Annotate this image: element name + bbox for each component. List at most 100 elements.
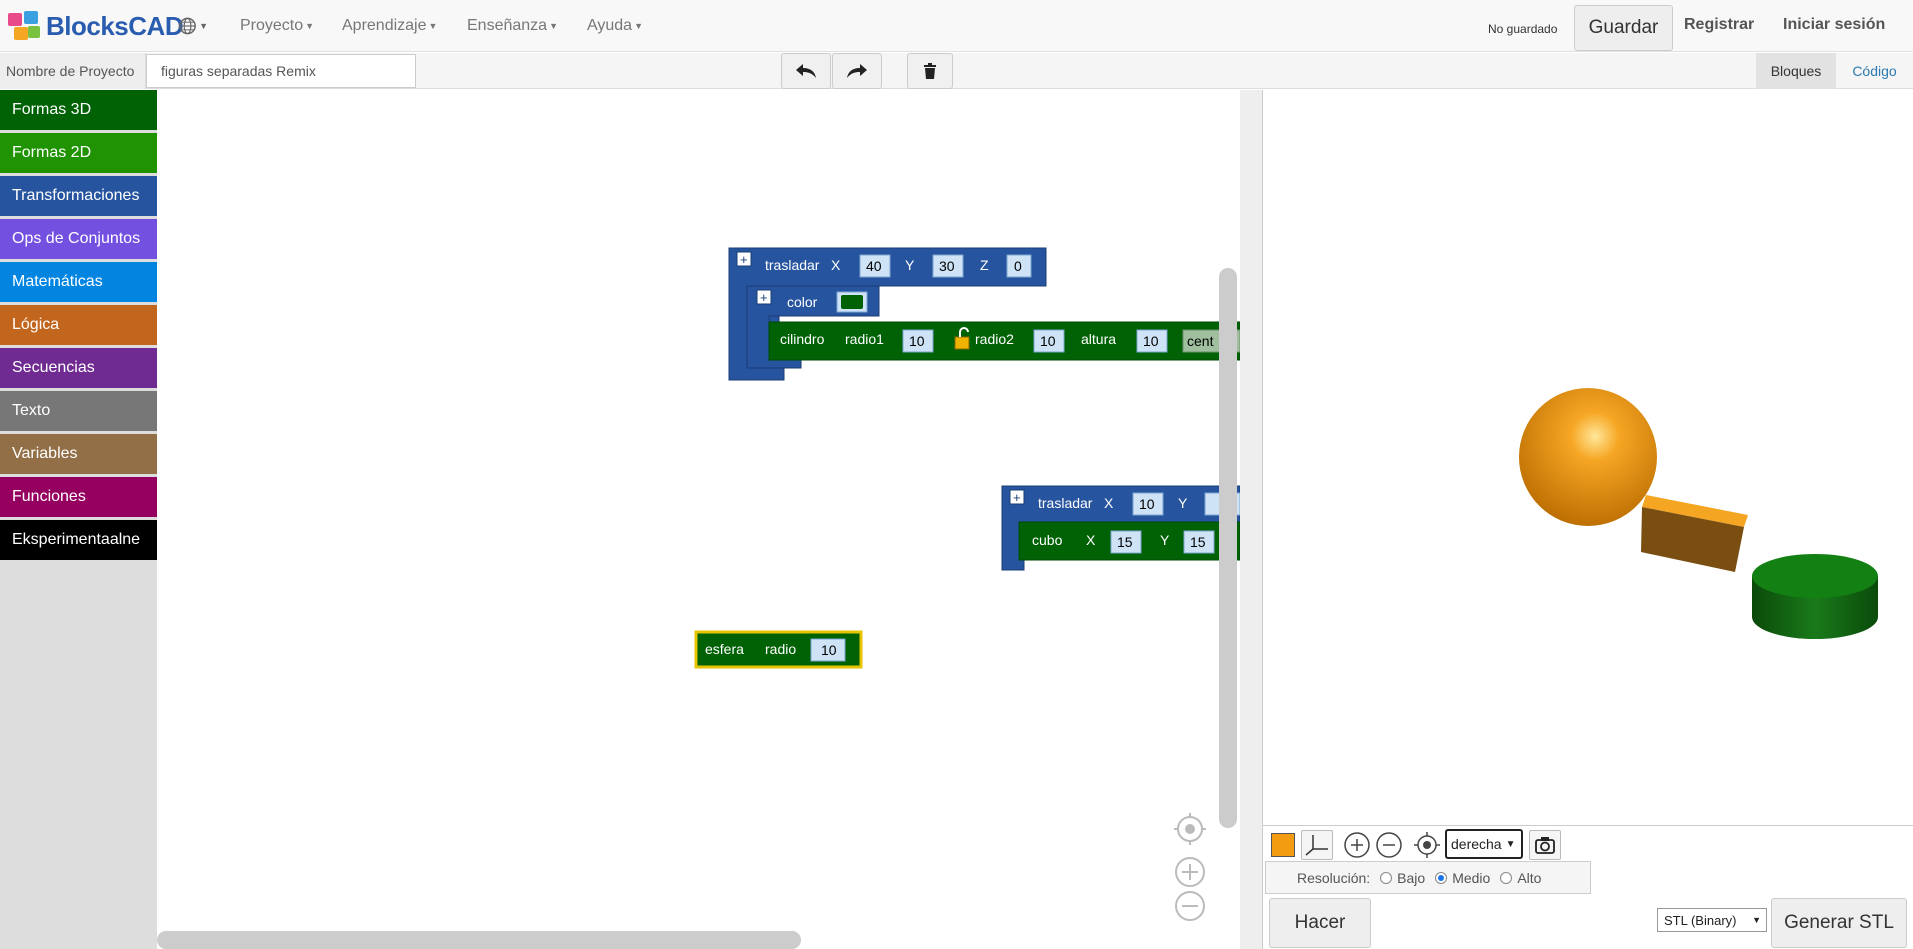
axes-icon (1305, 835, 1328, 856)
category-variables[interactable]: Variables (0, 434, 157, 474)
generate-stl-button[interactable]: Generar STL (1771, 898, 1907, 948)
category-transformaciones[interactable]: Transformaciones (0, 176, 157, 216)
z-value: 0 (1014, 258, 1022, 274)
resolution-label: Resolución: (1297, 869, 1371, 886)
category-logica[interactable]: Lógica (0, 305, 157, 345)
project-bar: Nombre de Proyecto Bloques Código (0, 53, 1913, 89)
menu-ayuda[interactable]: Ayuda ▼ (587, 0, 643, 52)
y-label: Y (905, 257, 915, 273)
res-high-radio[interactable] (1500, 871, 1513, 884)
view-direction-value: derecha (1451, 836, 1502, 852)
res-high-label: Alto (1517, 869, 1542, 886)
zoom-in-button[interactable] (1341, 830, 1373, 860)
color-swatch (1271, 833, 1295, 857)
y-label: Y (1160, 532, 1170, 548)
caret-down-icon: ▼ (199, 21, 208, 31)
brand-logo[interactable]: BlocksCAD (6, 8, 184, 44)
sphere-model (1519, 388, 1657, 526)
recenter-icon (1414, 832, 1440, 858)
language-menu[interactable]: ▼ (178, 14, 208, 38)
globe-icon (179, 17, 196, 35)
category-formas-3d[interactable]: Formas 3D (0, 90, 157, 130)
caret-down-icon: ▼ (305, 21, 315, 31)
menu-label: Ayuda (587, 17, 633, 34)
category-matematicas[interactable]: Matemáticas (0, 262, 157, 302)
res-low-radio[interactable] (1380, 871, 1393, 884)
save-status: No guardado (1488, 22, 1558, 36)
x-value: 15 (1117, 534, 1133, 550)
axes-toggle-button[interactable] (1301, 830, 1333, 860)
category-ops-conjuntos[interactable]: Ops de Conjuntos (0, 219, 157, 259)
zoom-out-icon[interactable] (1175, 891, 1205, 921)
save-button[interactable]: Guardar (1574, 5, 1673, 51)
x-label: X (1086, 532, 1096, 548)
3d-viewer[interactable] (1263, 90, 1913, 825)
y-value: 15 (1190, 534, 1206, 550)
block-label: trasladar (765, 257, 820, 273)
z-label: Z (980, 257, 989, 273)
recenter-icon[interactable] (1174, 813, 1206, 845)
height-label: altura (1081, 331, 1116, 347)
workspace-canvas: + trasladar X 40 Y 30 Z 0 + color cilind… (694, 247, 1240, 921)
redo-icon (847, 64, 867, 78)
undo-button[interactable] (781, 53, 831, 89)
login-link[interactable]: Iniciar sesión (1783, 16, 1885, 34)
res-mid-radio[interactable] (1435, 871, 1448, 884)
radius2-value: 10 (1040, 333, 1056, 349)
menu-ensenanza[interactable]: Enseñanza ▼ (467, 0, 558, 52)
register-link[interactable]: Registrar (1684, 16, 1754, 34)
cube-block[interactable]: cubo X 15 Y 15 (1018, 521, 1240, 561)
category-formas-2d[interactable]: Formas 2D (0, 133, 157, 173)
zoom-out-button[interactable] (1373, 830, 1405, 860)
blocks-logo-icon (8, 11, 40, 40)
menu-aprendizaje[interactable]: Aprendizaje ▼ (342, 0, 437, 52)
reset-view-button[interactable] (1411, 830, 1443, 860)
radius-value: 10 (821, 642, 837, 658)
tab-code[interactable]: Código (1836, 53, 1913, 89)
screenshot-button[interactable] (1529, 830, 1561, 860)
block-label: trasladar (1038, 495, 1093, 511)
zoom-in-icon[interactable] (1175, 857, 1205, 887)
block-label: color (787, 294, 818, 310)
radius1-label: radio1 (845, 331, 884, 347)
workspace-horizontal-scrollbar[interactable] (157, 931, 801, 949)
x-value: 10 (1139, 496, 1155, 512)
block-toolbox: Formas 3D Formas 2D Transformaciones Ops… (0, 90, 157, 949)
sphere-block[interactable]: esfera radio 10 (694, 630, 863, 669)
view-direction-select[interactable]: derecha ▼ (1445, 829, 1523, 859)
category-eksperimentaalne[interactable]: Eksperimentaalne (0, 520, 157, 560)
brand-name: BlocksCAD (46, 10, 184, 41)
y-value: 30 (939, 258, 955, 274)
render-button[interactable]: Hacer (1269, 898, 1371, 948)
viewer-toolbar: derecha ▼ (1263, 825, 1913, 861)
redo-button[interactable] (832, 53, 882, 89)
cylinder-block[interactable]: cilindro radio1 10 radio2 10 altura 10 c… (768, 321, 1240, 361)
workspace-vertical-scrollbar-track (1240, 90, 1262, 949)
camera-icon (1535, 837, 1555, 854)
radius2-label: radio2 (975, 331, 1014, 347)
export-format-select[interactable]: STL (Binary) ▼ (1657, 908, 1767, 932)
resolution-row: Resolución: Bajo Medio Alto (1263, 861, 1913, 896)
zoom-in-icon (1344, 832, 1370, 858)
category-funciones[interactable]: Funciones (0, 477, 157, 517)
delete-button[interactable] (907, 53, 953, 89)
category-texto[interactable]: Texto (0, 391, 157, 431)
project-name-input[interactable] (146, 54, 416, 88)
trash-icon (924, 63, 936, 79)
menu-proyecto[interactable]: Proyecto ▼ (240, 0, 314, 52)
chevron-down-icon: ▼ (1505, 838, 1516, 850)
menu-label: Enseñanza (467, 17, 548, 34)
block-label: cilindro (780, 331, 825, 347)
blocks-workspace[interactable]: + trasladar X 40 Y 30 Z 0 + color cilind… (157, 90, 1240, 949)
navbar: BlocksCAD ▼ Proyecto ▼ Aprendizaje ▼ Enseñ… (0, 0, 1913, 52)
workspace-vertical-scrollbar[interactable] (1219, 268, 1237, 828)
project-name-label: Nombre de Proyecto (0, 53, 146, 89)
height-value: 10 (1143, 333, 1159, 349)
menu-label: Aprendizaje (342, 17, 427, 34)
tab-blocks[interactable]: Bloques (1756, 53, 1836, 89)
radius1-value: 10 (909, 333, 925, 349)
object-color-button[interactable] (1267, 830, 1299, 860)
category-secuencias[interactable]: Secuencias (0, 348, 157, 388)
block-label: cubo (1032, 532, 1063, 548)
radius-label: radio (765, 641, 796, 657)
